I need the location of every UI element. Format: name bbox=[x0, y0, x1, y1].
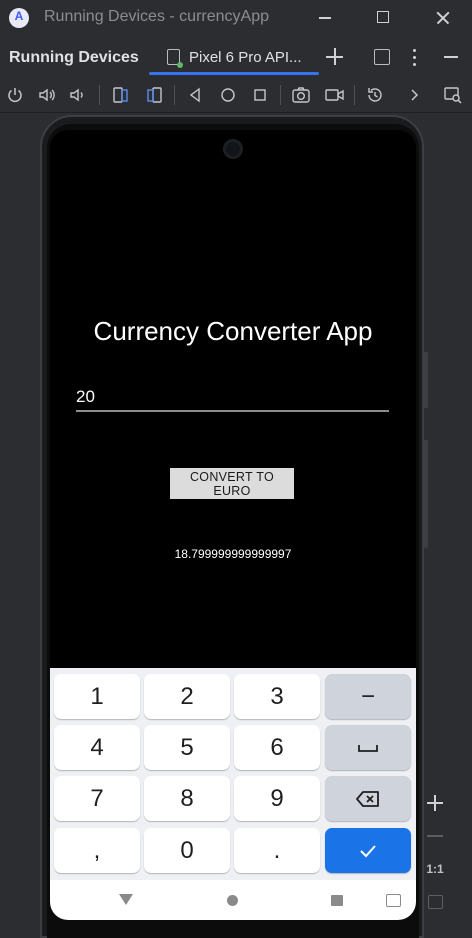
android-studio-logo-icon bbox=[9, 8, 29, 28]
amount-input[interactable] bbox=[76, 384, 389, 412]
backspace-icon bbox=[356, 790, 379, 807]
toolbar-separator bbox=[280, 85, 281, 105]
key-dot[interactable]: . bbox=[234, 828, 320, 873]
tab-device-label: Pixel 6 Pro API... bbox=[189, 49, 302, 66]
key-backspace[interactable] bbox=[325, 776, 411, 821]
more-options-icon[interactable] bbox=[408, 46, 420, 68]
rotate-left-icon[interactable] bbox=[110, 84, 132, 106]
result-text: 18.799999999999997 bbox=[174, 547, 292, 561]
close-button[interactable] bbox=[423, 0, 463, 36]
rotate-right-icon[interactable] bbox=[143, 84, 165, 106]
nav-home-icon[interactable] bbox=[227, 895, 238, 906]
chevron-right-icon[interactable] bbox=[403, 84, 425, 106]
numeric-keyboard: 1 2 3 − 4 5 6 7 8 9 , 0 . bbox=[50, 668, 416, 880]
keyboard-switch-icon[interactable] bbox=[386, 894, 401, 907]
key-1[interactable]: 1 bbox=[54, 674, 140, 719]
screen-record-icon[interactable] bbox=[323, 84, 345, 106]
app-title: Currency Converter App bbox=[93, 316, 373, 346]
phone-volume-button bbox=[424, 440, 428, 548]
zoom-actual-size-button[interactable]: 1:1 bbox=[424, 862, 446, 876]
key-5[interactable]: 5 bbox=[144, 725, 230, 770]
key-comma[interactable]: , bbox=[54, 828, 140, 873]
device-icon bbox=[167, 49, 183, 68]
key-minus[interactable]: − bbox=[325, 674, 411, 719]
add-device-icon[interactable] bbox=[324, 46, 346, 68]
zoom-in-icon[interactable] bbox=[424, 792, 446, 814]
power-icon[interactable] bbox=[4, 84, 26, 106]
key-space[interactable] bbox=[325, 725, 411, 770]
zoom-fit-icon[interactable] bbox=[428, 895, 443, 909]
toolbar-separator bbox=[174, 85, 175, 105]
active-tab-indicator bbox=[149, 72, 319, 75]
hide-panel-icon[interactable] bbox=[444, 56, 458, 58]
checkmark-icon bbox=[360, 844, 376, 857]
back-icon[interactable] bbox=[184, 84, 206, 106]
key-3[interactable]: 3 bbox=[234, 674, 320, 719]
device-mirroring-icon[interactable] bbox=[442, 84, 464, 106]
key-2[interactable]: 2 bbox=[144, 674, 230, 719]
window-title: Running Devices - currencyApp bbox=[44, 8, 269, 25]
key-8[interactable]: 8 bbox=[144, 776, 230, 821]
nav-recents-icon[interactable] bbox=[331, 895, 343, 906]
key-0[interactable]: 0 bbox=[144, 828, 230, 873]
convert-button[interactable]: CONVERT TO EURO bbox=[170, 468, 294, 499]
key-7[interactable]: 7 bbox=[54, 776, 140, 821]
space-icon bbox=[358, 744, 378, 752]
front-camera bbox=[223, 139, 243, 159]
zoom-out-icon[interactable] bbox=[427, 835, 443, 837]
key-done[interactable] bbox=[325, 828, 411, 873]
minimize-button[interactable] bbox=[305, 0, 345, 36]
toolbar-separator bbox=[99, 85, 100, 105]
maximize-button[interactable] bbox=[363, 0, 403, 36]
nav-back-icon[interactable] bbox=[119, 894, 133, 905]
restore-layout-icon[interactable] bbox=[374, 49, 390, 65]
phone-power-button bbox=[424, 352, 428, 408]
key-6[interactable]: 6 bbox=[234, 725, 320, 770]
key-4[interactable]: 4 bbox=[54, 725, 140, 770]
key-9[interactable]: 9 bbox=[234, 776, 320, 821]
reset-icon[interactable] bbox=[364, 84, 386, 106]
volume-up-icon[interactable] bbox=[36, 84, 58, 106]
volume-down-icon[interactable] bbox=[66, 84, 88, 106]
panel-title: Running Devices bbox=[9, 49, 139, 66]
screenshot-icon[interactable] bbox=[290, 84, 312, 106]
toolbar-separator bbox=[354, 85, 355, 105]
overview-icon[interactable] bbox=[249, 84, 271, 106]
home-icon[interactable] bbox=[217, 84, 239, 106]
